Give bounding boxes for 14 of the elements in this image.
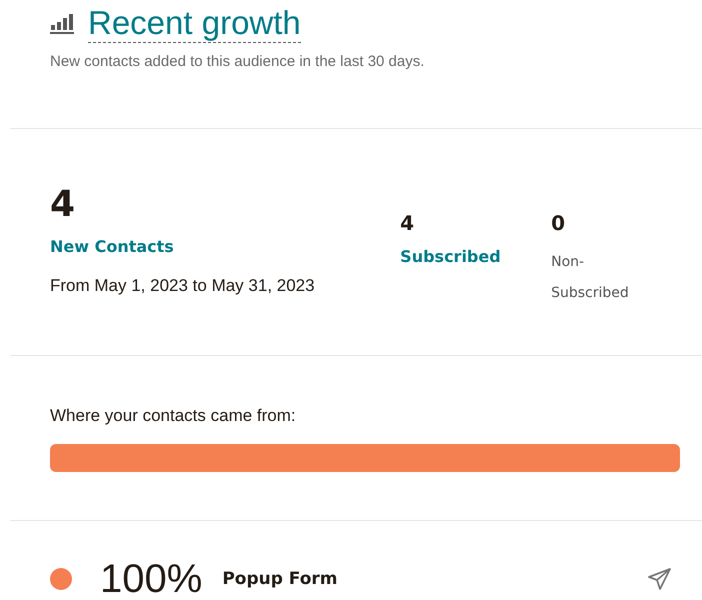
stat-label: Non-Subscribed	[551, 253, 630, 303]
stat-value: 0	[551, 211, 566, 235]
sources-heading: Where your contacts came from:	[50, 406, 297, 426]
source-percent: 100%	[100, 556, 202, 600]
total-count: 4	[50, 185, 76, 225]
section-subtitle: New contacts added to this audience in the last 30 days.	[50, 53, 426, 70]
send-icon[interactable]	[648, 568, 672, 590]
stat-value: 4	[400, 211, 416, 235]
stat-label: Subscribed	[400, 247, 502, 267]
bar-chart-icon	[50, 14, 76, 34]
source-name: Popup Form	[222, 569, 339, 589]
section-title[interactable]: Recent growth	[88, 4, 301, 43]
date-range: From May 1, 2023 to May 31, 2023	[50, 276, 316, 296]
total-label: New Contacts	[50, 237, 175, 256]
